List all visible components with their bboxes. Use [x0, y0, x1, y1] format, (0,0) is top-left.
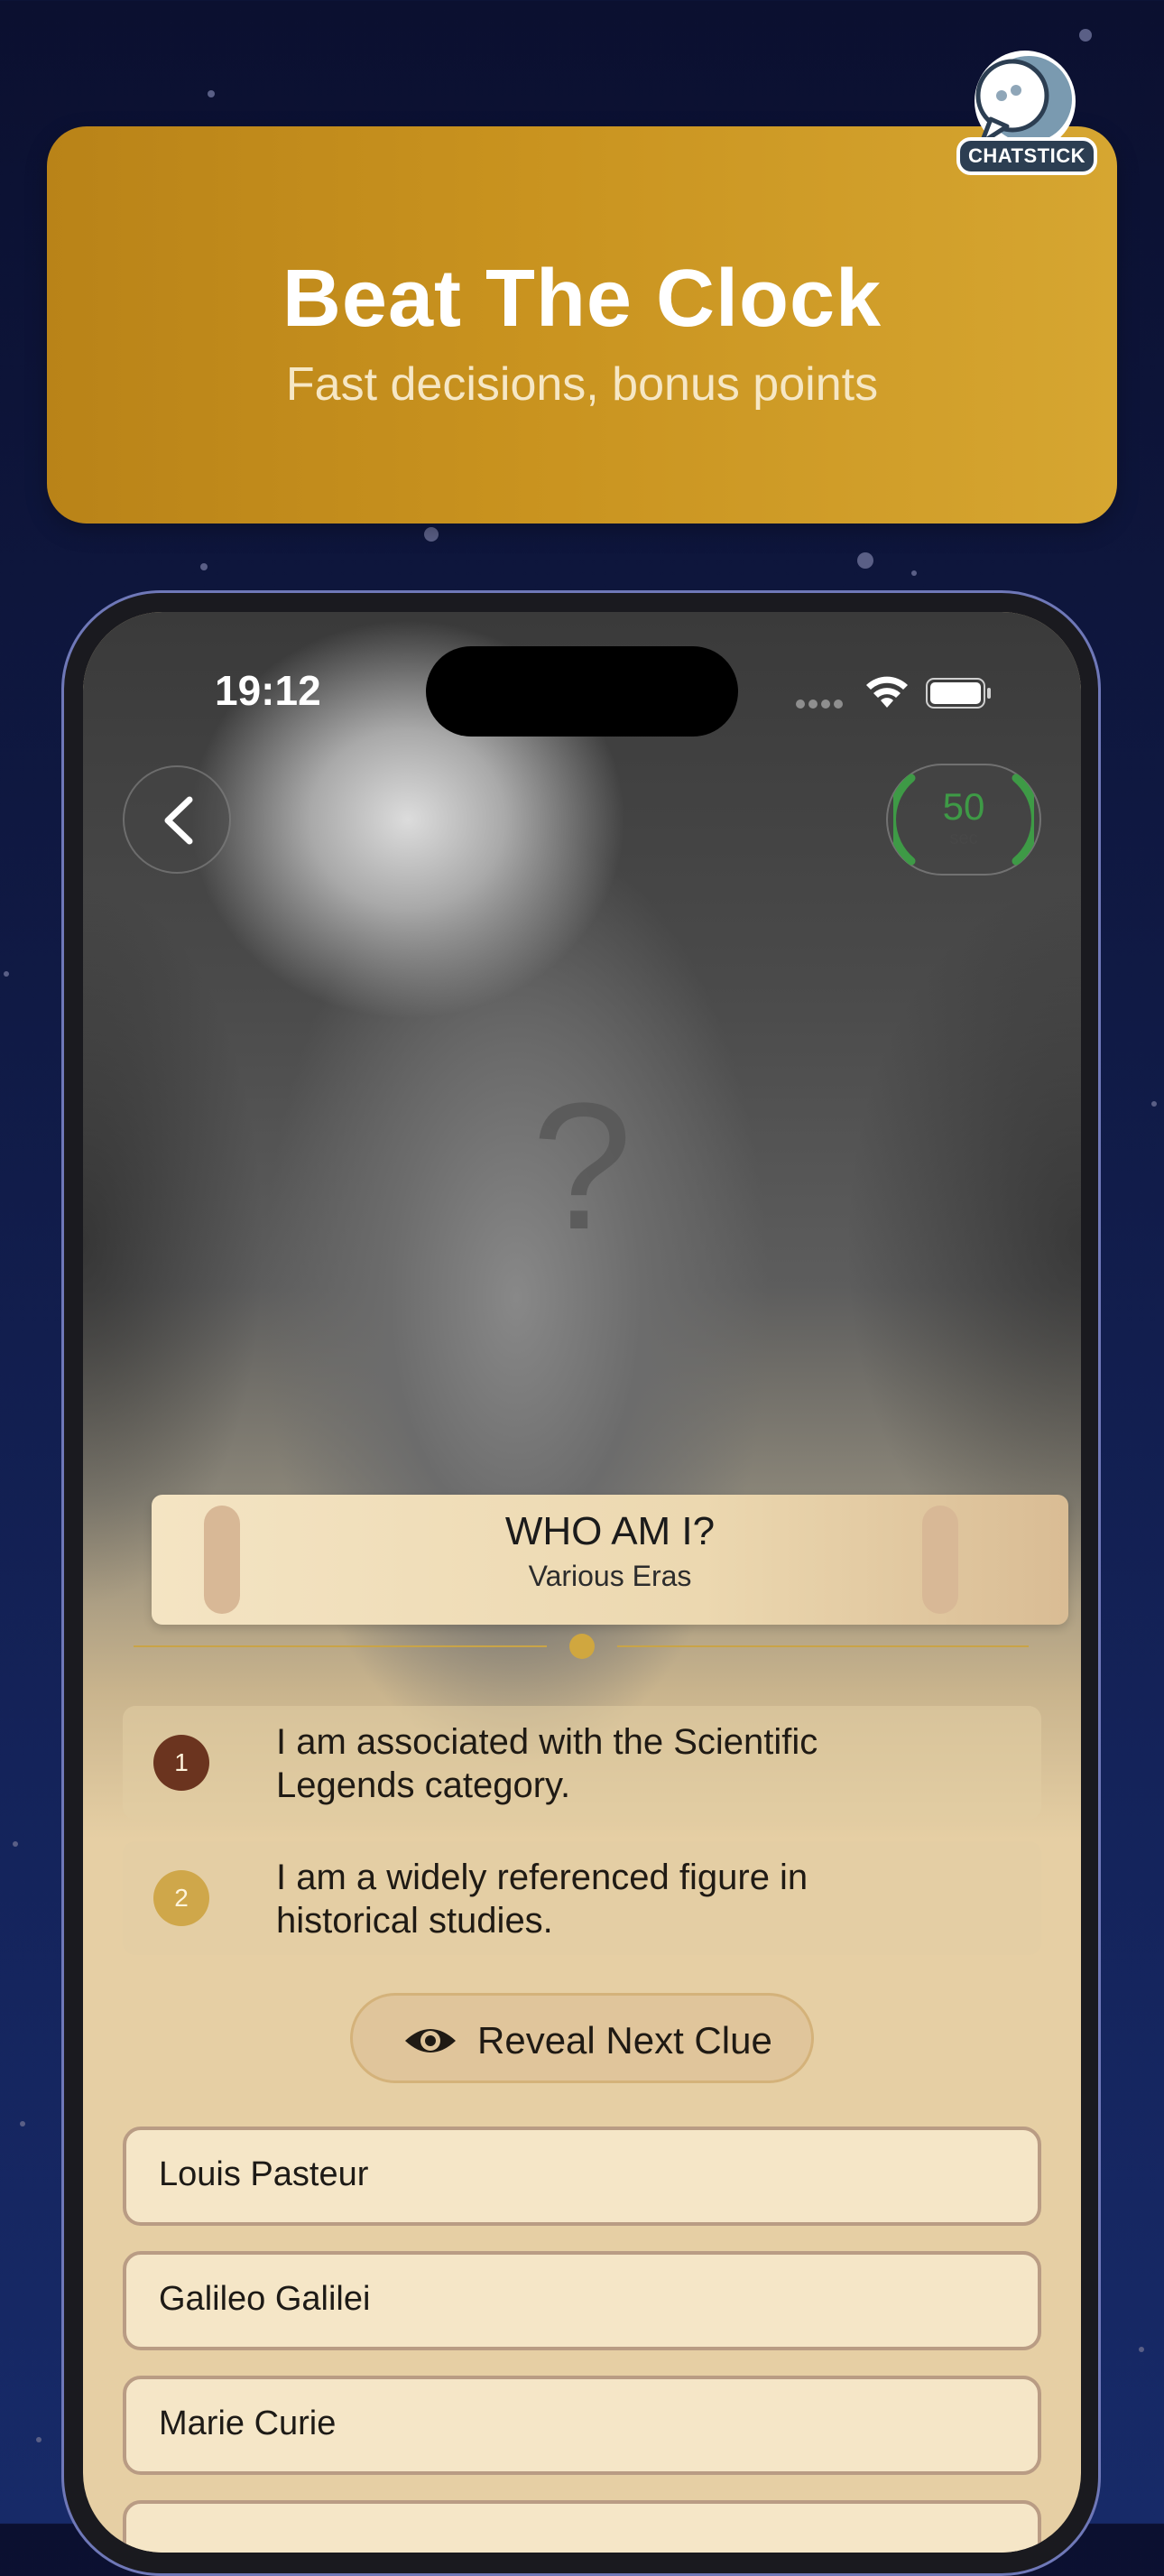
question-title: WHO AM I? — [504, 1509, 716, 1553]
clue-item: 1 I am associated with the Scientific Le… — [123, 1706, 1041, 1820]
reveal-button-label: Reveal Next Clue — [477, 2019, 772, 2062]
cellular-signal-icon — [796, 697, 846, 709]
chevron-left-icon — [164, 796, 193, 845]
answer-option[interactable]: Marie Curie — [123, 2376, 1041, 2475]
brand-logo: CHATSTICK — [956, 43, 1097, 175]
timer-unit: sec — [949, 829, 978, 848]
back-button[interactable] — [123, 765, 231, 874]
countdown-timer: 50 sec — [886, 764, 1041, 876]
clue-number-badge: 2 — [153, 1870, 209, 1926]
battery-icon — [926, 678, 991, 709]
answer-option[interactable] — [123, 2500, 1041, 2553]
star-decoration — [4, 971, 9, 977]
answer-option-label: Louis Pasteur — [159, 2155, 369, 2193]
dynamic-island — [426, 646, 738, 737]
answer-option[interactable]: Louis Pasteur — [123, 2127, 1041, 2226]
status-time: 19:12 — [215, 667, 321, 714]
star-decoration — [857, 552, 873, 569]
star-decoration — [13, 1841, 18, 1847]
question-banner: WHO AM I? Various Eras — [152, 1495, 1068, 1625]
star-decoration — [911, 570, 917, 576]
star-decoration — [36, 2437, 42, 2442]
divider — [134, 1645, 547, 1647]
star-decoration — [20, 2121, 25, 2127]
question-era: Various Eras — [528, 1560, 692, 1592]
divider — [617, 1645, 1029, 1647]
promo-banner: Beat The Clock Fast decisions, bonus poi… — [47, 126, 1117, 524]
star-decoration — [424, 527, 439, 542]
answer-option-label: Galileo Galilei — [159, 2280, 371, 2318]
star-decoration — [200, 563, 208, 570]
clue-item: 2 I am a widely referenced figure in his… — [123, 1841, 1041, 1955]
reveal-next-clue-button[interactable]: Reveal Next Clue — [350, 1993, 814, 2083]
promo-subtitle: Fast decisions, bonus points — [285, 358, 879, 411]
mystery-question-mark: ? — [531, 1066, 633, 1267]
clue-text: I am a widely referenced figure in histo… — [276, 1858, 808, 1941]
star-decoration — [208, 90, 215, 97]
star-decoration — [1139, 2347, 1144, 2352]
eye-icon — [405, 2029, 456, 2052]
star-decoration — [1079, 29, 1092, 42]
clue-number-badge: 1 — [153, 1735, 209, 1791]
app-screen: ? 19:12 50 sec WHO AM I? Various Eras 1 … — [83, 612, 1081, 2553]
wifi-icon — [866, 676, 908, 708]
promo-title: Beat The Clock — [282, 254, 882, 344]
star-decoration — [1151, 1101, 1157, 1107]
answer-option[interactable]: Galileo Galilei — [123, 2251, 1041, 2350]
answer-option-label: Marie Curie — [159, 2405, 337, 2442]
clue-text: I am associated with the Scientific Lege… — [276, 1722, 818, 1805]
divider-dot — [569, 1634, 595, 1659]
timer-value: 50 — [942, 785, 985, 828]
brand-name: CHATSTICK — [956, 137, 1097, 175]
